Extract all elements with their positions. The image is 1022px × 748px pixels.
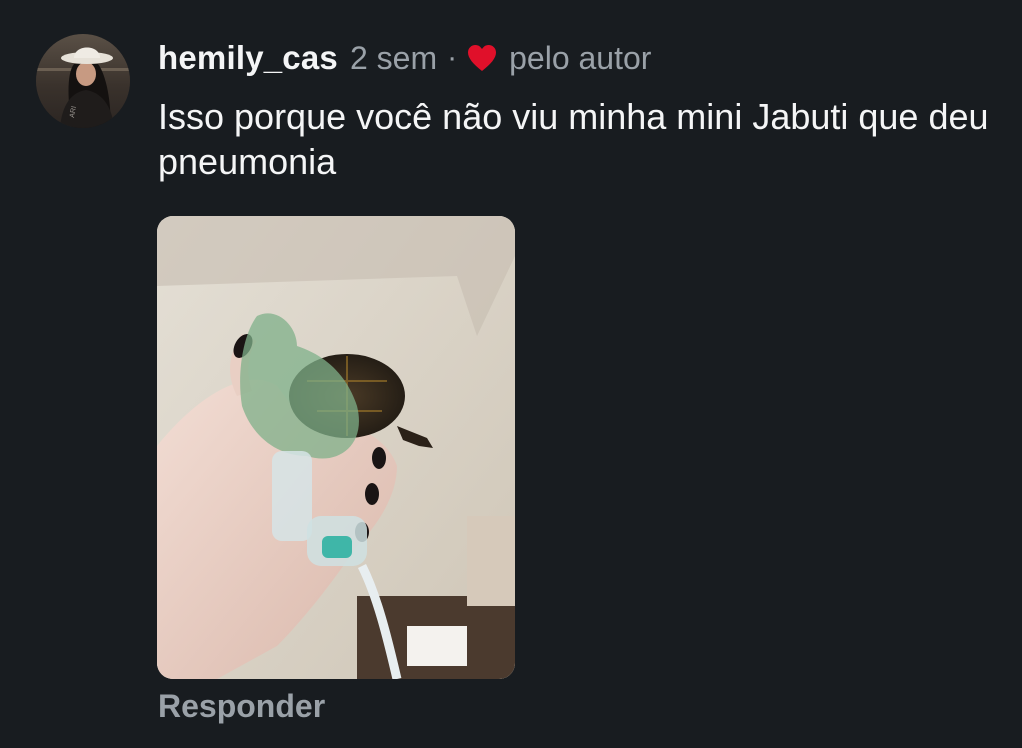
- comment-photo[interactable]: [157, 216, 515, 679]
- comment-time: 2 sem: [349, 39, 438, 76]
- separator-dot: ·: [447, 41, 458, 74]
- liked-by-author-label: pelo autor: [509, 39, 652, 76]
- comment-text: Isso porque você não viu minha mini Jabu…: [158, 96, 989, 182]
- heart-icon: [467, 44, 497, 72]
- avatar[interactable]: ARI: [36, 34, 130, 128]
- comment-screen: ARI hemily_cas 2 sem · pelo autor Isso p…: [0, 0, 1022, 748]
- photo-turtle-nebulizer: [157, 216, 515, 679]
- username[interactable]: hemily_cas: [158, 39, 338, 77]
- reply-button[interactable]: Responder: [158, 688, 325, 725]
- comment-meta: hemily_cas 2 sem · pelo autor: [158, 36, 651, 80]
- avatar-image: ARI: [36, 34, 130, 128]
